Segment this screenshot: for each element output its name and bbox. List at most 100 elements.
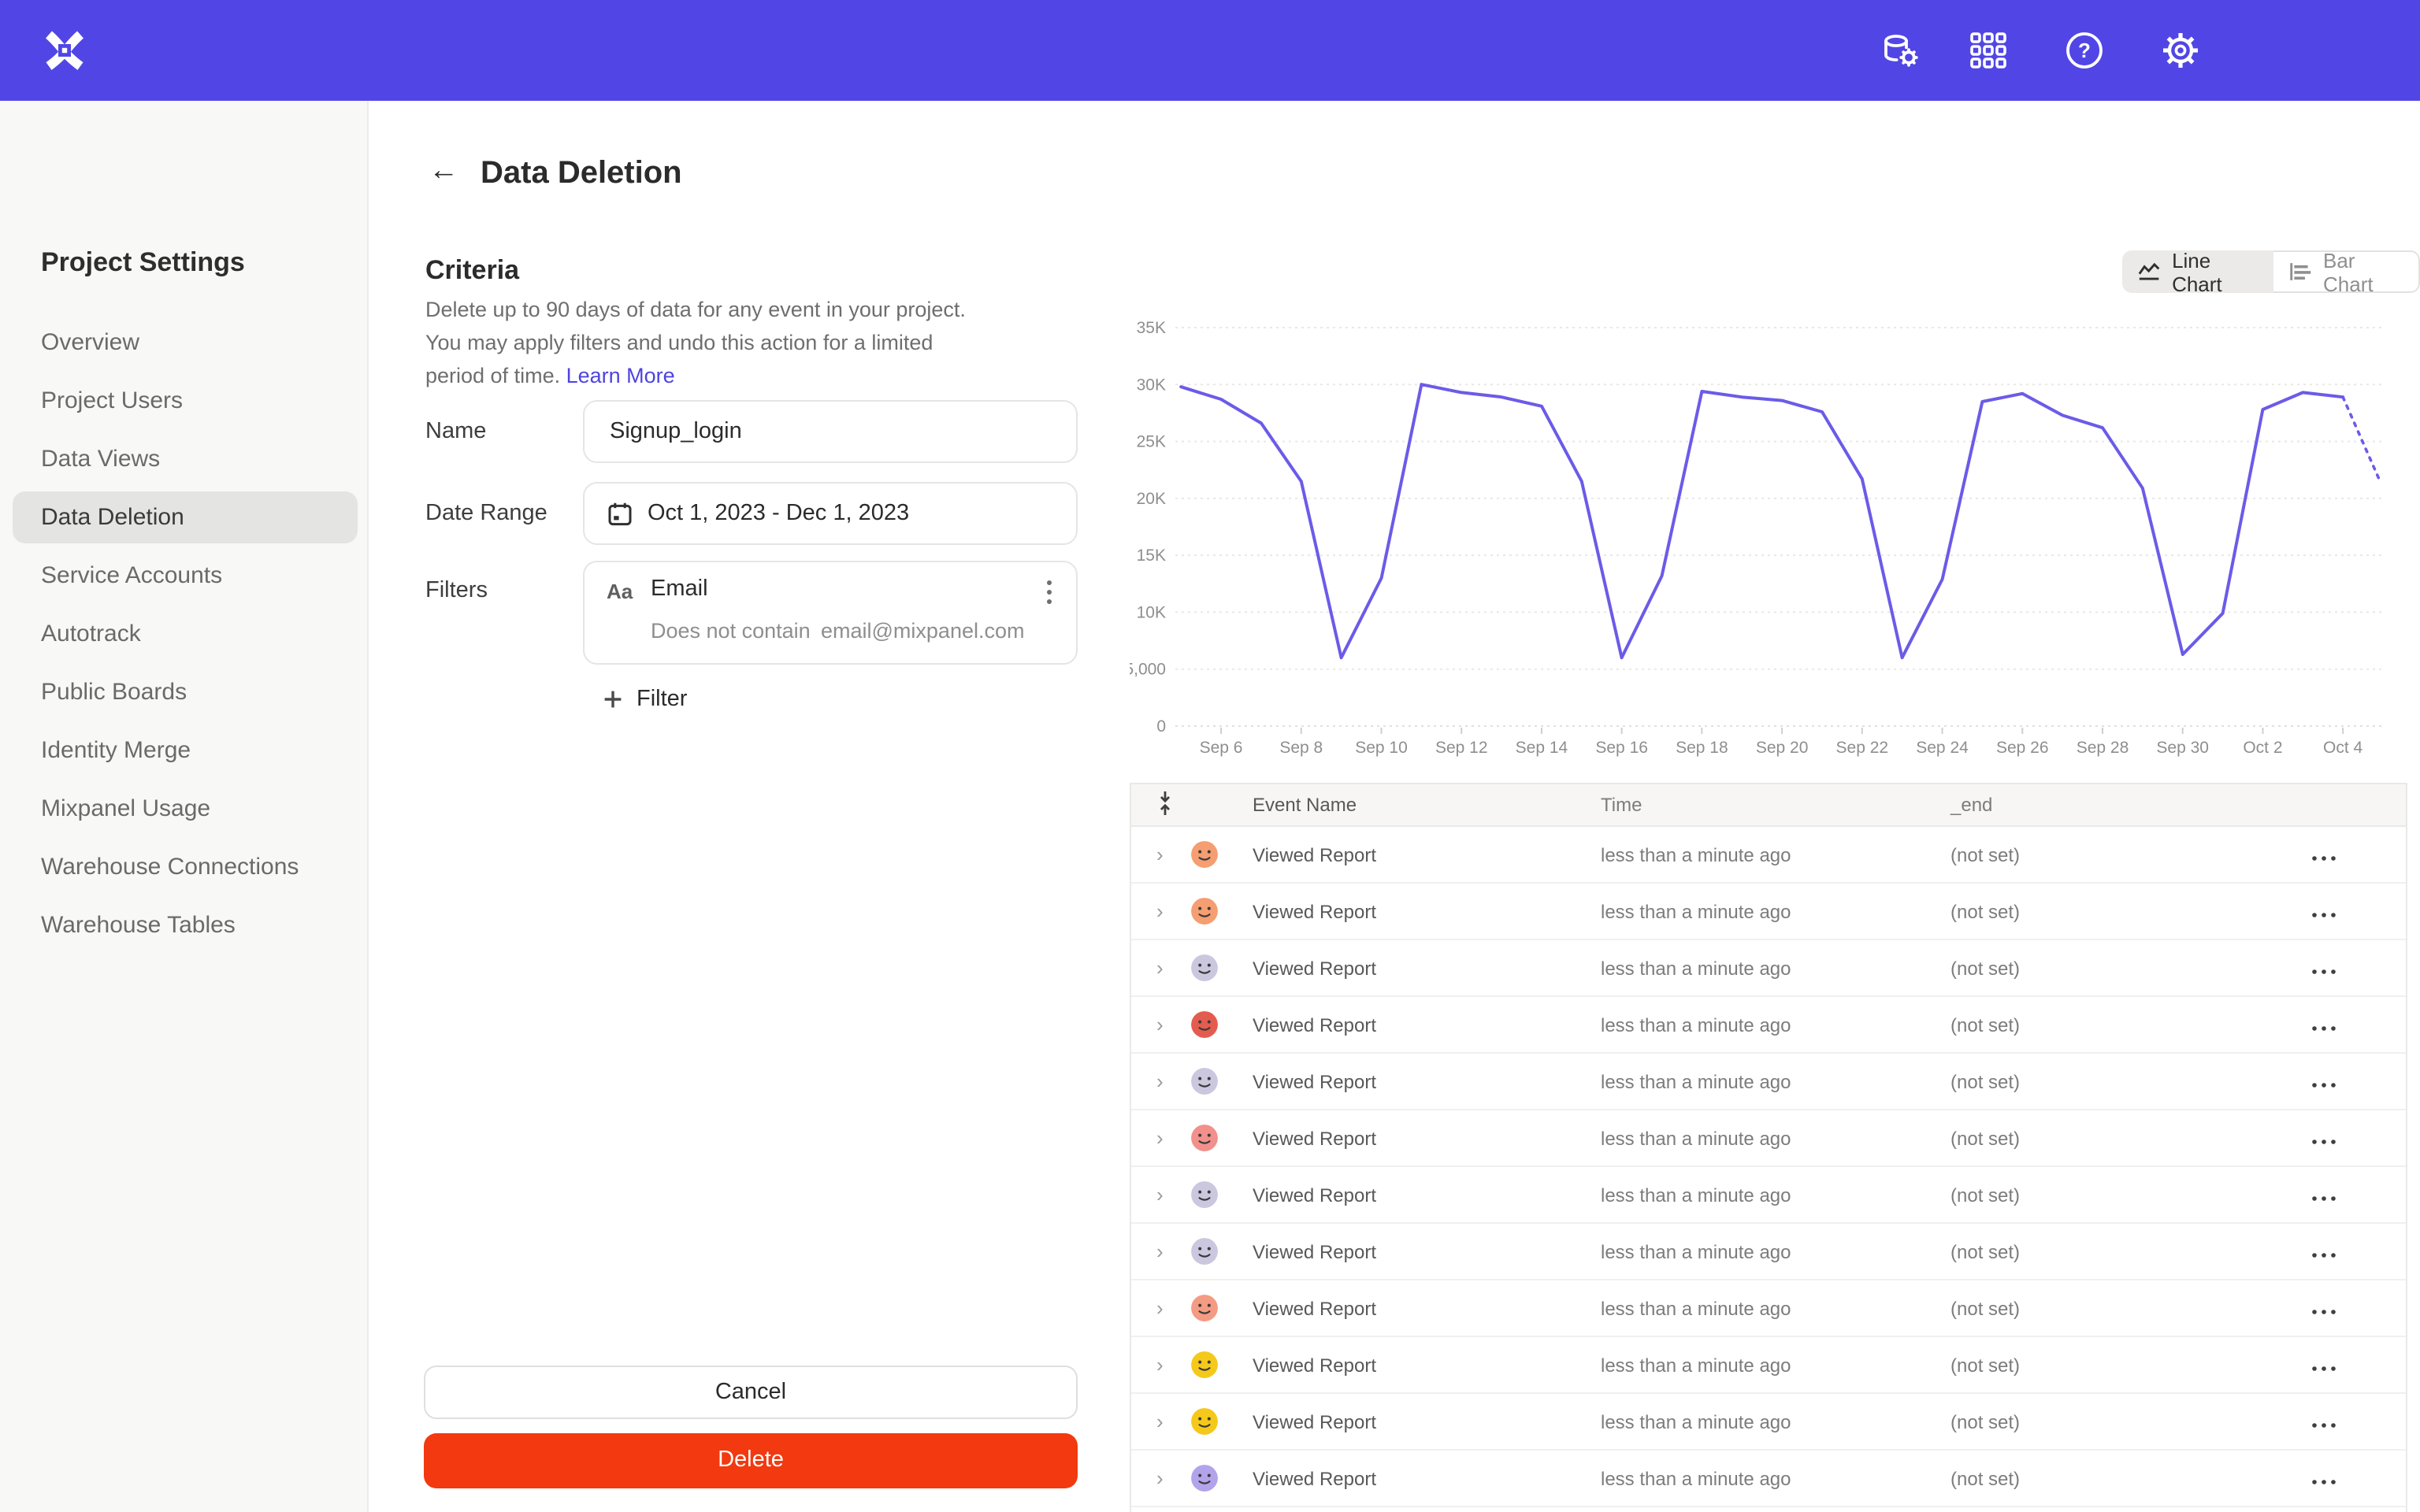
date-range-input[interactable]: Oct 1, 2023 - Dec 1, 2023 (583, 482, 1078, 545)
cell-end: (not set) (1950, 1070, 2311, 1092)
sidebar-item-data-views[interactable]: Data Views (0, 430, 367, 488)
table-row[interactable]: ›Viewed Reportless than a minute ago(not… (1131, 1167, 2406, 1224)
row-actions-menu-icon[interactable] (2311, 1421, 2336, 1428)
user-avatar (1191, 898, 1218, 925)
cell-event-name: Viewed Report (1253, 1070, 1601, 1092)
settings-gear-icon[interactable] (2158, 28, 2203, 72)
cell-time: less than a minute ago (1601, 1240, 1950, 1262)
filter-operator[interactable]: Does not contain (651, 619, 811, 643)
row-actions-menu-icon[interactable] (2311, 968, 2336, 974)
cell-event-name: Viewed Report (1253, 1240, 1601, 1262)
table-row[interactable]: ›Viewed Reportless than a minute ago(not… (1131, 1507, 2406, 1512)
row-actions-menu-icon[interactable] (2311, 911, 2336, 917)
sidebar-item-warehouse-connections[interactable]: Warehouse Connections (0, 838, 367, 896)
row-actions-menu-icon[interactable] (2311, 1251, 2336, 1258)
learn-more-link[interactable]: Learn More (566, 364, 675, 387)
cell-time: less than a minute ago (1601, 1467, 1950, 1489)
row-actions-menu-icon[interactable] (2311, 1025, 2336, 1031)
row-expand-chevron-icon[interactable]: › (1156, 843, 1191, 866)
column-header-time[interactable]: Time (1601, 794, 1950, 816)
bar-chart-icon (2289, 261, 2312, 282)
mixpanel-logo-icon[interactable] (41, 27, 88, 74)
cell-event-name: Viewed Report (1253, 843, 1601, 865)
table-row[interactable]: ›Viewed Reportless than a minute ago(not… (1131, 1280, 2406, 1337)
help-icon[interactable]: ? (2062, 28, 2106, 72)
row-expand-chevron-icon[interactable]: › (1156, 1069, 1191, 1093)
row-expand-chevron-icon[interactable]: › (1156, 899, 1191, 923)
bar-chart-button[interactable]: Bar Chart (2273, 250, 2420, 293)
cell-end: (not set) (1950, 1240, 2311, 1262)
delete-button[interactable]: Delete (424, 1433, 1078, 1488)
row-expand-chevron-icon[interactable]: › (1156, 1183, 1191, 1206)
sidebar: Project Settings OverviewProject UsersDa… (0, 101, 369, 1512)
sidebar-item-mixpanel-usage[interactable]: Mixpanel Usage (0, 780, 367, 838)
line-chart-label: Line Chart (2172, 250, 2258, 293)
row-expand-chevron-icon[interactable]: › (1156, 1126, 1191, 1150)
row-expand-chevron-icon[interactable]: › (1156, 1466, 1191, 1490)
cell-end: (not set) (1950, 1410, 2311, 1432)
table-row[interactable]: ›Viewed Reportless than a minute ago(not… (1131, 1337, 2406, 1394)
table-row[interactable]: › Viewed Reportless than a minute ago(not… (1131, 1224, 2406, 1280)
row-expand-chevron-icon[interactable]: › (1156, 1410, 1191, 1433)
cell-time: less than a minute ago (1601, 1070, 1950, 1092)
user-avatar (1191, 841, 1218, 868)
sidebar-item-project-users[interactable]: Project Users (0, 372, 367, 430)
table-row[interactable]: ›Viewed Reportless than a minute ago(not… (1131, 940, 2406, 997)
cell-end: (not set) (1950, 1297, 2311, 1319)
svg-text:5,000: 5,000 (1130, 661, 1166, 679)
row-actions-menu-icon[interactable] (2311, 1478, 2336, 1484)
filter-card[interactable]: Aa Email Does not contain email@mixpanel… (583, 561, 1078, 665)
column-header-event-name[interactable]: Event Name (1253, 794, 1601, 816)
table-row[interactable]: ›Viewed Reportless than a minute ago(not… (1131, 884, 2406, 940)
user-avatar (1191, 1351, 1218, 1378)
table-row[interactable]: ›Viewed Reportless than a minute ago(not… (1131, 997, 2406, 1054)
sort-rows-icon[interactable] (1156, 790, 1174, 815)
table-row[interactable]: ›Viewed Reportless than a minute ago(not… (1131, 827, 2406, 884)
row-expand-chevron-icon[interactable]: › (1156, 1296, 1191, 1320)
apps-grid-icon[interactable] (1966, 28, 2010, 72)
table-row[interactable]: ›Viewed Reportless than a minute ago(not… (1131, 1110, 2406, 1167)
table-row[interactable]: ›Viewed Reportless than a minute ago(not… (1131, 1451, 2406, 1507)
sidebar-item-data-deletion[interactable]: Data Deletion (13, 491, 358, 543)
svg-text:25K: 25K (1137, 433, 1166, 451)
filter-property[interactable]: Email (651, 576, 708, 602)
row-expand-chevron-icon[interactable]: › (1156, 1013, 1191, 1036)
svg-text:35K: 35K (1137, 319, 1166, 337)
filter-value[interactable]: email@mixpanel.com (821, 619, 1025, 643)
sidebar-item-overview[interactable]: Overview (0, 313, 367, 372)
chart-type-toggle: Line Chart Bar Chart (2122, 250, 2420, 293)
row-actions-menu-icon[interactable] (2311, 1365, 2336, 1371)
cancel-button[interactable]: Cancel (424, 1366, 1078, 1419)
table-row[interactable]: › Viewed Reportless than a minute ago(not… (1131, 1054, 2406, 1110)
line-chart-button[interactable]: Line Chart (2122, 250, 2273, 293)
column-header-end[interactable]: _end (1950, 794, 2311, 816)
add-filter-button[interactable]: Filter (603, 687, 687, 712)
name-input[interactable]: Signup_login (583, 400, 1078, 463)
top-navigation-bar: ? (0, 0, 2420, 101)
svg-text:Sep 12: Sep 12 (1435, 739, 1488, 757)
sidebar-item-service-accounts[interactable]: Service Accounts (0, 547, 367, 605)
svg-text:Sep 6: Sep 6 (1200, 739, 1243, 757)
row-actions-menu-icon[interactable] (2311, 1081, 2336, 1088)
row-actions-menu-icon[interactable] (2311, 1308, 2336, 1314)
row-actions-menu-icon[interactable] (2311, 1138, 2336, 1144)
row-expand-chevron-icon[interactable]: › (1156, 956, 1191, 980)
cell-event-name: Viewed Report (1253, 957, 1601, 979)
table-row[interactable]: ›Viewed Reportless than a minute ago(not… (1131, 1394, 2406, 1451)
row-actions-menu-icon[interactable] (2311, 854, 2336, 861)
row-actions-menu-icon[interactable] (2311, 1195, 2336, 1201)
sidebar-item-autotrack[interactable]: Autotrack (0, 605, 367, 663)
back-arrow-icon[interactable]: ← (429, 154, 458, 189)
cell-end: (not set) (1950, 1127, 2311, 1149)
svg-text:Sep 10: Sep 10 (1355, 739, 1408, 757)
data-management-icon[interactable] (1878, 28, 1922, 72)
sidebar-item-identity-merge[interactable]: Identity Merge (0, 721, 367, 780)
app-root: ? Project Settings OverviewProject Users… (0, 0, 2420, 1512)
sidebar-item-public-boards[interactable]: Public Boards (0, 663, 367, 721)
filter-kebab-menu-icon[interactable] (1035, 576, 1063, 608)
user-avatar (1191, 1408, 1218, 1435)
row-expand-chevron-icon[interactable]: › (1156, 1353, 1191, 1377)
cell-time: less than a minute ago (1601, 843, 1950, 865)
sidebar-item-warehouse-tables[interactable]: Warehouse Tables (0, 896, 367, 954)
row-expand-chevron-icon[interactable]: › (1156, 1240, 1191, 1263)
